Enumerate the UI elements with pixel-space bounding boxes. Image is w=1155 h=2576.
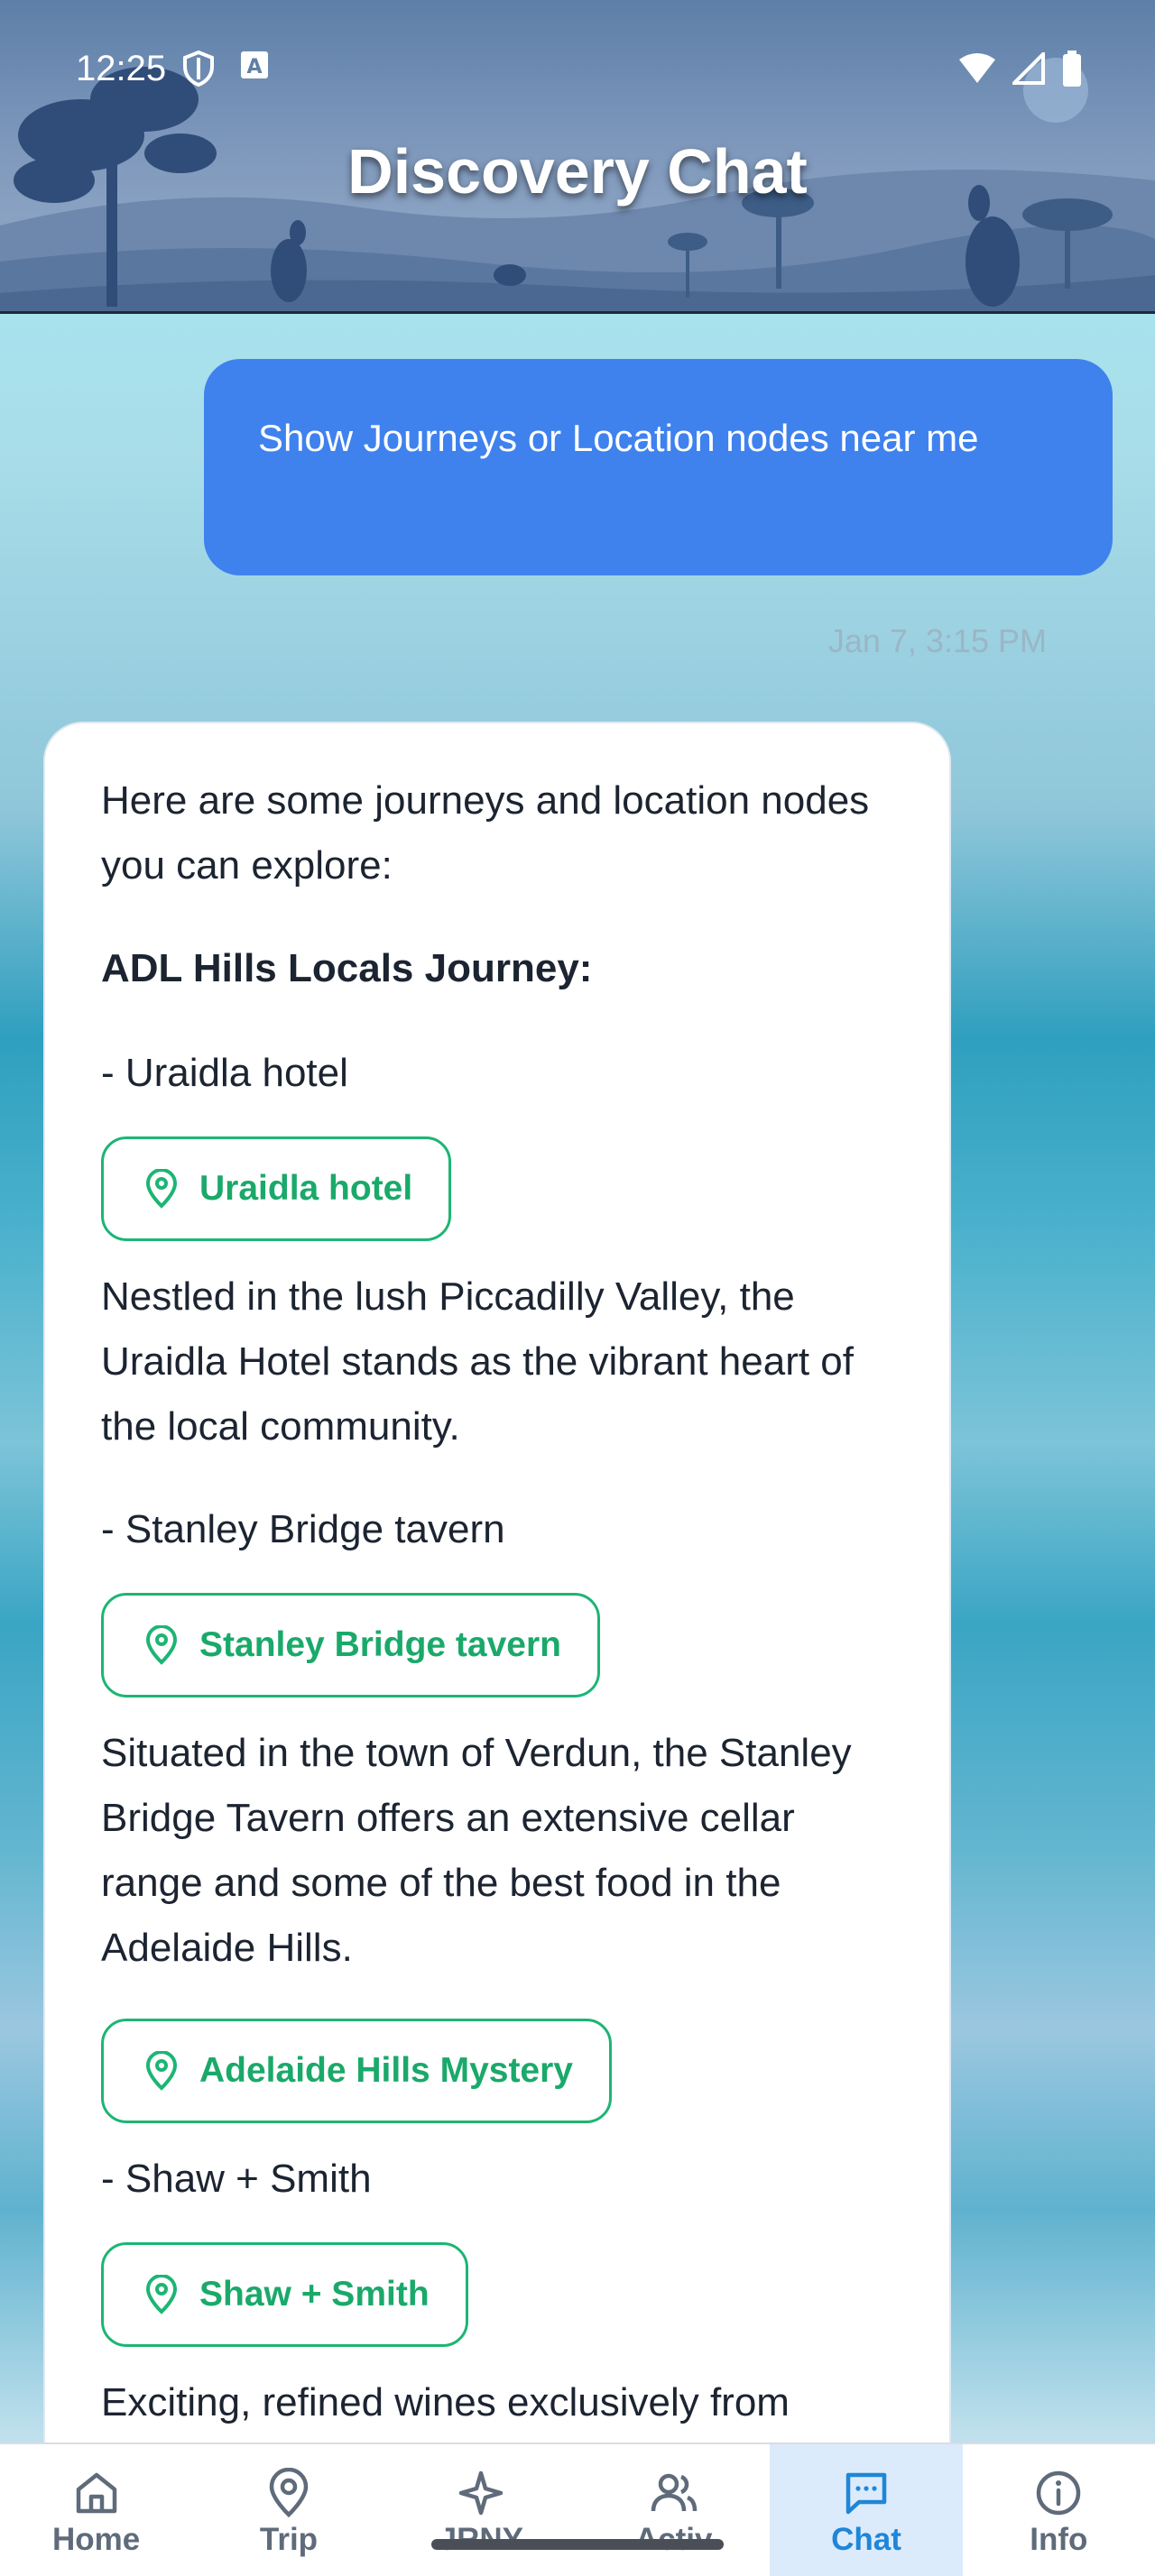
map-pin-icon <box>145 2051 178 2091</box>
status-time: 12:25 <box>76 49 167 88</box>
map-pin-icon <box>145 2275 178 2314</box>
battery-icon <box>1063 51 1081 87</box>
location-chip-label: Shaw + Smith <box>199 2275 430 2314</box>
gesture-handle[interactable] <box>431 2539 724 2550</box>
nav-info[interactable]: Info <box>963 2444 1155 2576</box>
users-icon <box>651 2473 697 2512</box>
chat-icon <box>845 2472 887 2515</box>
journey-heading: ADL Hills Locals Journey: <box>101 946 593 990</box>
map-pin-icon <box>269 2468 309 2518</box>
list-item: - Uraidla hotel <box>101 1051 348 1095</box>
info-icon <box>1037 2470 1081 2516</box>
location-chip-shaw-smith[interactable]: Shaw + Smith <box>101 2242 468 2347</box>
location-chip-uraidla-hotel[interactable]: Uraidla hotel <box>101 1136 452 1241</box>
location-chip-label: Adelaide Hills Mystery <box>199 2051 573 2090</box>
location-chip-label: Stanley Bridge tavern <box>199 1625 561 1664</box>
nav-jrny[interactable]: JRNY <box>385 2444 578 2576</box>
shield-icon <box>183 51 214 87</box>
page-title: Discovery Chat <box>347 136 808 207</box>
list-item: - Shaw + Smith <box>101 2157 372 2201</box>
status-bar: 12:25 A <box>0 0 1155 135</box>
bot-message-card: Here are some journeys and location node… <box>43 722 951 2535</box>
location-description: Exciting, refined wines exclusively from <box>101 2380 790 2424</box>
nav-home[interactable]: Home <box>0 2444 192 2576</box>
sparkle-icon <box>459 2470 504 2516</box>
nav-chat[interactable]: Chat <box>770 2444 963 2576</box>
location-chip-stanley-bridge-tavern[interactable]: Stanley Bridge tavern <box>101 1593 600 1697</box>
map-pin-icon <box>145 1625 178 1665</box>
user-message-text: Show Journeys or Location nodes near me <box>258 417 979 459</box>
location-description: Nestled in the lush Piccadilly Valley, t… <box>101 1274 855 1449</box>
location-chip-label: Uraidla hotel <box>199 1169 413 1208</box>
bottom-navigation: Home Trip JRNY Activ Chat <box>0 2443 1155 2576</box>
map-pin-icon <box>145 1169 178 1209</box>
notification-a-icon: A <box>241 51 268 78</box>
nav-trip[interactable]: Trip <box>192 2444 384 2576</box>
location-description: Situated in the town of Verdun, the Stan… <box>101 1731 852 1970</box>
header-banner: 12:25 A Discovery Chat <box>0 0 1155 314</box>
nav-label: Home <box>52 2522 141 2557</box>
journey-chip-adelaide-hills-mystery[interactable]: Adelaide Hills Mystery <box>101 2019 612 2123</box>
nav-label: Chat <box>831 2522 901 2557</box>
user-message-bubble: Show Journeys or Location nodes near me <box>204 359 1113 575</box>
list-item: - Stanley Bridge tavern <box>101 1507 505 1551</box>
nav-activ[interactable]: Activ <box>578 2444 770 2576</box>
nav-label: Trip <box>259 2522 319 2557</box>
nav-label: Info <box>1030 2522 1088 2557</box>
bot-intro-text: Here are some journeys and location node… <box>101 778 870 888</box>
signal-icon <box>1012 52 1045 85</box>
home-icon <box>76 2472 116 2514</box>
wifi-icon <box>959 53 995 83</box>
svg-text:A: A <box>246 56 262 78</box>
message-timestamp: Jan 7, 3:15 PM <box>827 622 1047 659</box>
